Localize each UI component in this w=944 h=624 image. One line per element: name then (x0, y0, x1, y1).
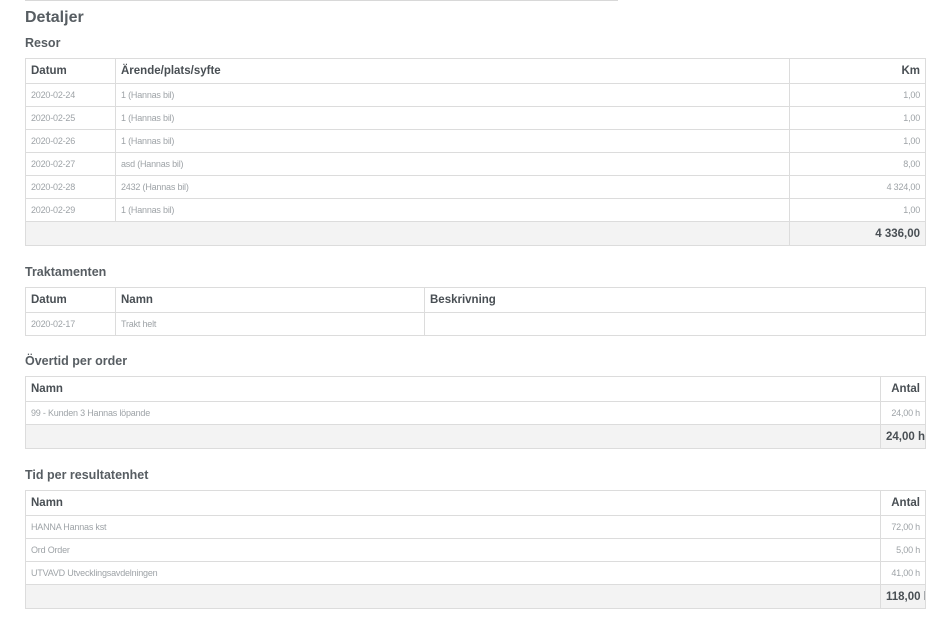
cell-datum: 2020-02-29 (25, 198, 116, 222)
cell-km: 4 324,00 (789, 175, 926, 199)
section-title-resor: Resor (25, 36, 61, 50)
table-row: 2020-02-27 asd (Hannas bil) 8,00 (25, 152, 926, 176)
table-row: 2020-02-28 2432 (Hannas bil) 4 324,00 (25, 175, 926, 199)
cell-datum: 2020-02-26 (25, 129, 116, 153)
cell-datum: 2020-02-27 (25, 152, 116, 176)
cell-arende: 1 (Hannas bil) (115, 106, 790, 130)
column-header-namn: Namn (115, 287, 425, 313)
traktamenten-table: Datum Namn Beskrivning 2020-02-17 Trakt … (25, 287, 926, 336)
cell-datum: 2020-02-17 (25, 312, 116, 336)
resultatenhet-table: Namn Antal HANNA Hannas kst 72,00 h Ord … (25, 490, 926, 609)
total-spacer (25, 221, 790, 246)
table-row: 2020-02-24 1 (Hannas bil) 1,00 (25, 83, 926, 107)
cell-km: 1,00 (789, 129, 926, 153)
table-row: 2020-02-29 1 (Hannas bil) 1,00 (25, 198, 926, 222)
cell-namn: Trakt helt (115, 312, 425, 336)
table-row: 2020-02-26 1 (Hannas bil) 1,00 (25, 129, 926, 153)
table-header-row: Datum Ärende/plats/syfte Km (25, 58, 926, 84)
overtid-table: Namn Antal 99 - Kunden 3 Hannas löpande … (25, 376, 926, 449)
cell-km: 1,00 (789, 198, 926, 222)
cell-namn: HANNA Hannas kst (25, 515, 881, 539)
cell-antal: 41,00 h (880, 561, 926, 585)
cell-arende: 2432 (Hannas bil) (115, 175, 790, 199)
table-row: Ord Order 5,00 h (25, 538, 926, 562)
cell-namn: 99 - Kunden 3 Hannas löpande (25, 401, 881, 425)
column-header-antal: Antal (880, 376, 926, 402)
cell-arende: 1 (Hannas bil) (115, 129, 790, 153)
table-row: 99 - Kunden 3 Hannas löpande 24,00 h (25, 401, 926, 425)
cell-datum: 2020-02-28 (25, 175, 116, 199)
total-spacer (25, 424, 881, 449)
total-row: 4 336,00 (25, 221, 926, 246)
section-title-overtid: Övertid per order (25, 354, 128, 368)
total-row: 24,00 h (25, 424, 926, 449)
column-header-namn: Namn (25, 490, 881, 516)
table-row: UTVAVD Utvecklingsavdelningen 41,00 h (25, 561, 926, 585)
column-header-km: Km (789, 58, 926, 84)
cell-arende: 1 (Hannas bil) (115, 83, 790, 107)
table-header-row: Datum Namn Beskrivning (25, 287, 926, 313)
cell-antal: 72,00 h (880, 515, 926, 539)
table-header-row: Namn Antal (25, 376, 926, 402)
section-title-resultatenhet: Tid per resultatenhet (25, 468, 149, 482)
cell-datum: 2020-02-24 (25, 83, 116, 107)
cell-beskrivning (424, 312, 926, 336)
column-header-antal: Antal (880, 490, 926, 516)
total-row: 118,00 h (25, 584, 926, 609)
cell-datum: 2020-02-25 (25, 106, 116, 130)
cell-arende: asd (Hannas bil) (115, 152, 790, 176)
section-title-traktamenten: Traktamenten (25, 265, 107, 279)
table-header-row: Namn Antal (25, 490, 926, 516)
cell-namn: Ord Order (25, 538, 881, 562)
cell-km: 8,00 (789, 152, 926, 176)
total-spacer (25, 584, 881, 609)
column-header-datum: Datum (25, 58, 116, 84)
cell-namn: UTVAVD Utvecklingsavdelningen (25, 561, 881, 585)
cell-km: 1,00 (789, 83, 926, 107)
cell-arende: 1 (Hannas bil) (115, 198, 790, 222)
column-header-arende: Ärende/plats/syfte (115, 58, 790, 84)
column-header-datum: Datum (25, 287, 116, 313)
total-antal: 24,00 h (880, 424, 926, 449)
page-title: Detaljer (25, 9, 84, 26)
cell-antal: 24,00 h (880, 401, 926, 425)
table-row: 2020-02-25 1 (Hannas bil) 1,00 (25, 106, 926, 130)
cell-antal: 5,00 h (880, 538, 926, 562)
total-km: 4 336,00 (789, 221, 926, 246)
table-row: HANNA Hannas kst 72,00 h (25, 515, 926, 539)
cell-km: 1,00 (789, 106, 926, 130)
total-antal: 118,00 h (880, 584, 926, 609)
resor-table: Datum Ärende/plats/syfte Km 2020-02-24 1… (25, 58, 926, 246)
column-header-namn: Namn (25, 376, 881, 402)
table-row: 2020-02-17 Trakt helt (25, 312, 926, 336)
top-divider (25, 0, 618, 1)
column-header-beskrivning: Beskrivning (424, 287, 926, 313)
